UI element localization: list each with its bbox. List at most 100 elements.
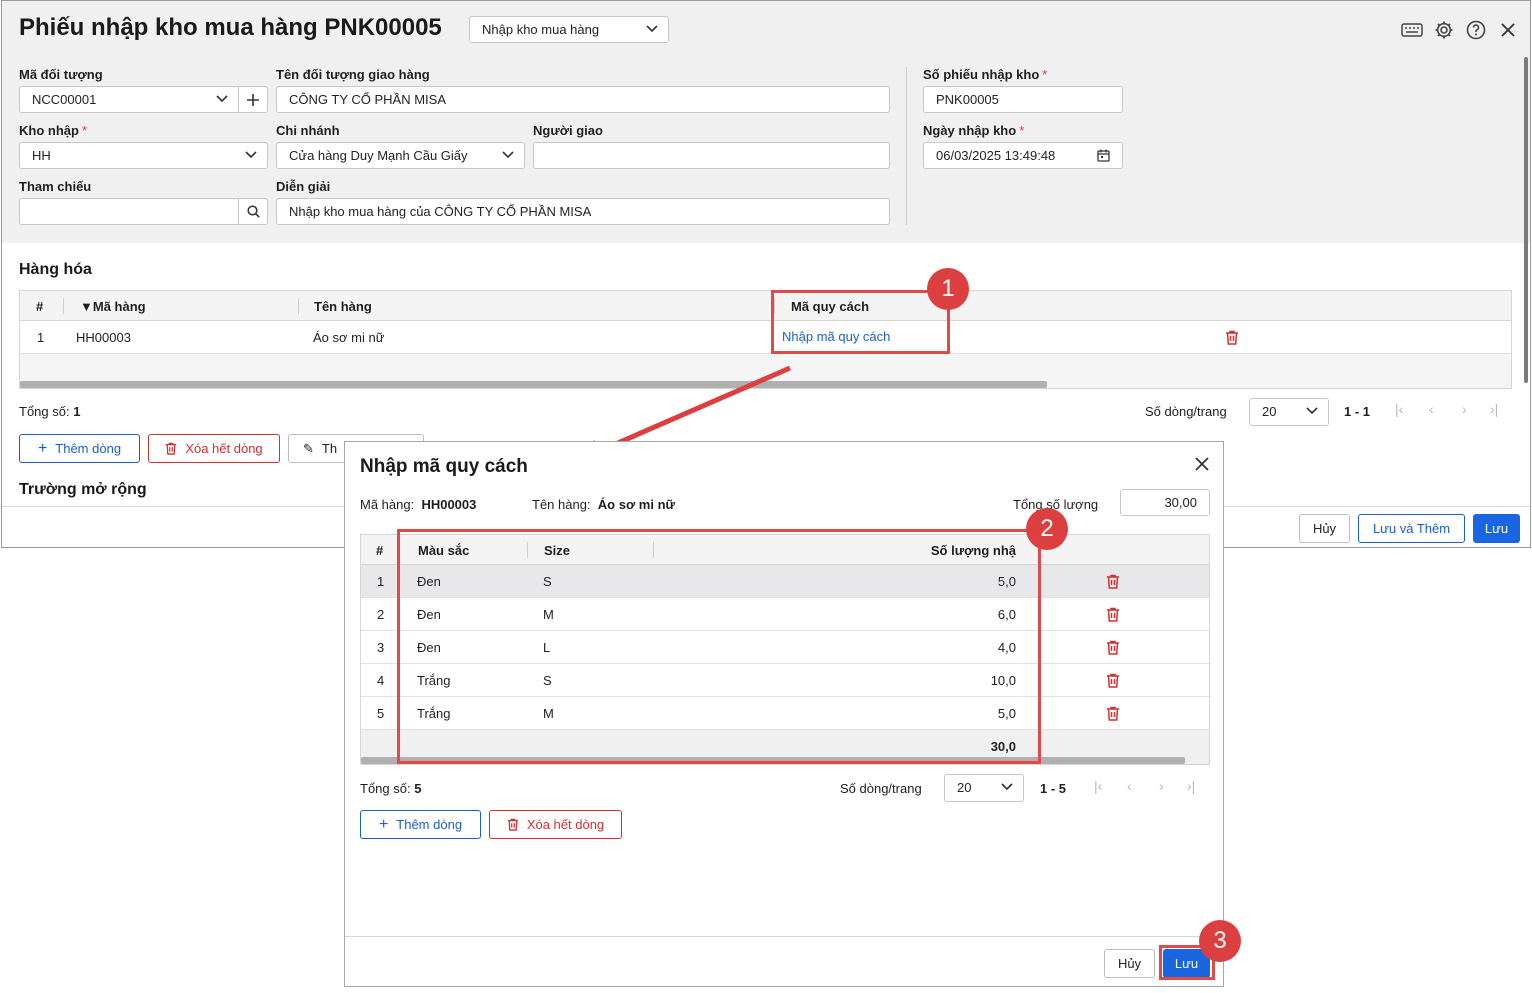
page-size-select[interactable]: 20 <box>944 774 1024 802</box>
last-page-icon[interactable]: ›| <box>1490 401 1498 417</box>
chevron-down-icon <box>502 151 514 159</box>
chi-nhanh-label: Chi nhánh <box>276 123 340 138</box>
page-size-label: Số dòng/trang <box>840 781 922 796</box>
col-code[interactable]: ▼​Mã hàng <box>80 299 146 314</box>
chevron-down-icon <box>1001 783 1013 791</box>
col-name[interactable]: Tên hàng <box>314 299 372 314</box>
table-row[interactable]: 1 HH00003 Áo sơ mi nữ Nhập mã quy cách <box>20 321 1511 354</box>
highlight-box-1 <box>771 290 950 354</box>
page-size-value: 20 <box>957 780 972 795</box>
dialog-cancel-button[interactable]: Hủy <box>1104 949 1155 978</box>
nguoi-giao-input[interactable] <box>533 142 890 169</box>
ngay-nhap-input[interactable]: 06/03/2025 13:49:48 <box>923 142 1123 169</box>
row-no: 4 <box>377 673 385 688</box>
first-page-icon[interactable]: |‹ <box>1094 778 1102 794</box>
row-name: Áo sơ mi nữ <box>313 330 385 345</box>
cancel-button[interactable]: Hủy <box>1299 514 1350 543</box>
next-page-icon[interactable]: › <box>1159 778 1164 794</box>
extension-section-title: Trường mở rộng <box>19 481 147 498</box>
goods-total: Tổng số: 1 <box>19 404 81 419</box>
add-row-button[interactable]: + Thêm dòng <box>19 434 140 463</box>
row-no: 1 <box>37 330 45 345</box>
help-icon[interactable] <box>1465 19 1487 41</box>
page-scrollbar[interactable] <box>1524 57 1528 383</box>
next-page-icon[interactable]: › <box>1462 401 1467 417</box>
trash-icon[interactable] <box>1106 673 1120 688</box>
trash-icon <box>507 818 518 831</box>
col-separator <box>63 298 64 314</box>
voucher-type-value: Nhập kho mua hàng <box>482 22 600 37</box>
save-button[interactable]: Lưu <box>1473 514 1520 543</box>
kho-nhap-label: Kho nhập * <box>19 123 87 138</box>
calendar-icon[interactable] <box>1097 149 1110 162</box>
plus-icon: + <box>378 816 389 833</box>
delete-all-button[interactable]: Xóa hết dòng <box>489 810 622 839</box>
ma-hang-info: Mã hàng: HH00003 <box>360 497 477 512</box>
voucher-type-select[interactable]: Nhập kho mua hàng <box>469 16 669 43</box>
goods-section-title: Hàng hóa <box>19 261 92 278</box>
trash-icon[interactable] <box>1106 640 1120 655</box>
page-range: 1 - 1 <box>1344 404 1371 419</box>
row-code: HH00003 <box>76 330 131 345</box>
last-page-icon[interactable]: ›| <box>1187 778 1195 794</box>
row-no: 2 <box>377 607 385 622</box>
dien-giai-label: Diễn giải <box>276 179 331 194</box>
annotation-badge-3: 3 <box>1199 920 1241 962</box>
prev-page-icon[interactable]: ‹ <box>1429 401 1434 417</box>
tham-chieu-label: Tham chiếu <box>19 179 92 194</box>
close-icon[interactable] <box>1497 19 1519 41</box>
ma-doi-tuong-value: NCC00001 <box>32 92 97 107</box>
chevron-down-icon <box>1306 407 1318 415</box>
first-page-icon[interactable]: |‹ <box>1395 401 1403 417</box>
annotation-badge-1: 1 <box>927 268 969 310</box>
keyboard-icon[interactable] <box>1401 19 1423 41</box>
delete-all-button[interactable]: Xóa hết dòng <box>148 434 280 463</box>
page-range: 1 - 5 <box>1040 781 1067 796</box>
pin-icon: ▼ <box>80 299 93 314</box>
nguoi-giao-label: Người giao <box>533 123 603 138</box>
add-object-button[interactable] <box>238 86 268 113</box>
prev-page-icon[interactable]: ‹ <box>1127 778 1132 794</box>
ma-doi-tuong-label: Mã đối tượng <box>19 67 103 82</box>
gear-icon[interactable] <box>1433 19 1455 41</box>
chi-nhanh-select[interactable]: Cửa hàng Duy Mạnh Cầu Giấy <box>276 142 525 169</box>
chevron-down-icon <box>216 95 228 103</box>
divider <box>906 67 907 225</box>
kho-nhap-select[interactable]: HH <box>19 142 268 169</box>
trash-icon[interactable] <box>1106 706 1120 721</box>
pencil-icon: ✎ <box>303 441 314 456</box>
search-button[interactable] <box>238 198 268 225</box>
ma-doi-tuong-select[interactable]: NCC00001 <box>19 86 239 113</box>
plus-icon <box>247 93 259 106</box>
trash-icon[interactable] <box>1225 330 1239 345</box>
kho-nhap-value: HH <box>32 148 51 163</box>
annotation-badge-2: 2 <box>1026 508 1068 550</box>
so-phieu-input[interactable]: PNK00005 <box>923 86 1123 113</box>
highlight-box-2 <box>397 529 1041 764</box>
ten-hang-info: Tên hàng: Áo sơ mi nữ <box>532 497 675 512</box>
chi-nhanh-value: Cửa hàng Duy Mạnh Cầu Giấy <box>289 148 468 163</box>
dialog-title: Nhập mã quy cách <box>360 456 528 477</box>
add-row-button[interactable]: + Thêm dòng <box>360 810 481 839</box>
trash-icon[interactable] <box>1106 607 1120 622</box>
tham-chieu-input[interactable] <box>19 198 239 225</box>
form-area: Phiếu nhập kho mua hàng PNK00005 Nhập kh… <box>2 1 1530 243</box>
page-size-label: Số dòng/trang <box>1145 404 1227 419</box>
dien-giai-input[interactable]: Nhập kho mua hàng của CÔNG TY CỔ PHẦN MI… <box>276 198 890 225</box>
horizontal-scrollbar[interactable] <box>20 381 1047 388</box>
chevron-down-icon <box>646 25 658 33</box>
page-size-value: 20 <box>1262 404 1277 419</box>
spec-total: Tổng số: 5 <box>360 781 422 796</box>
tong-sl-input[interactable]: 30,00 <box>1120 489 1210 516</box>
trash-icon[interactable] <box>1106 574 1120 589</box>
col-no: # <box>36 299 44 314</box>
page-size-select[interactable]: 20 <box>1249 398 1329 426</box>
trash-icon <box>166 442 177 455</box>
ngay-nhap-label: Ngày nhập kho * <box>923 123 1025 138</box>
save-and-add-button[interactable]: Lưu và Thêm <box>1358 514 1465 543</box>
close-icon[interactable] <box>1195 457 1209 471</box>
col-no: # <box>376 543 384 558</box>
search-icon <box>246 205 260 218</box>
ten-doi-tuong-input[interactable]: CÔNG TY CỔ PHẦN MISA <box>276 86 890 113</box>
row-no: 1 <box>377 574 385 589</box>
